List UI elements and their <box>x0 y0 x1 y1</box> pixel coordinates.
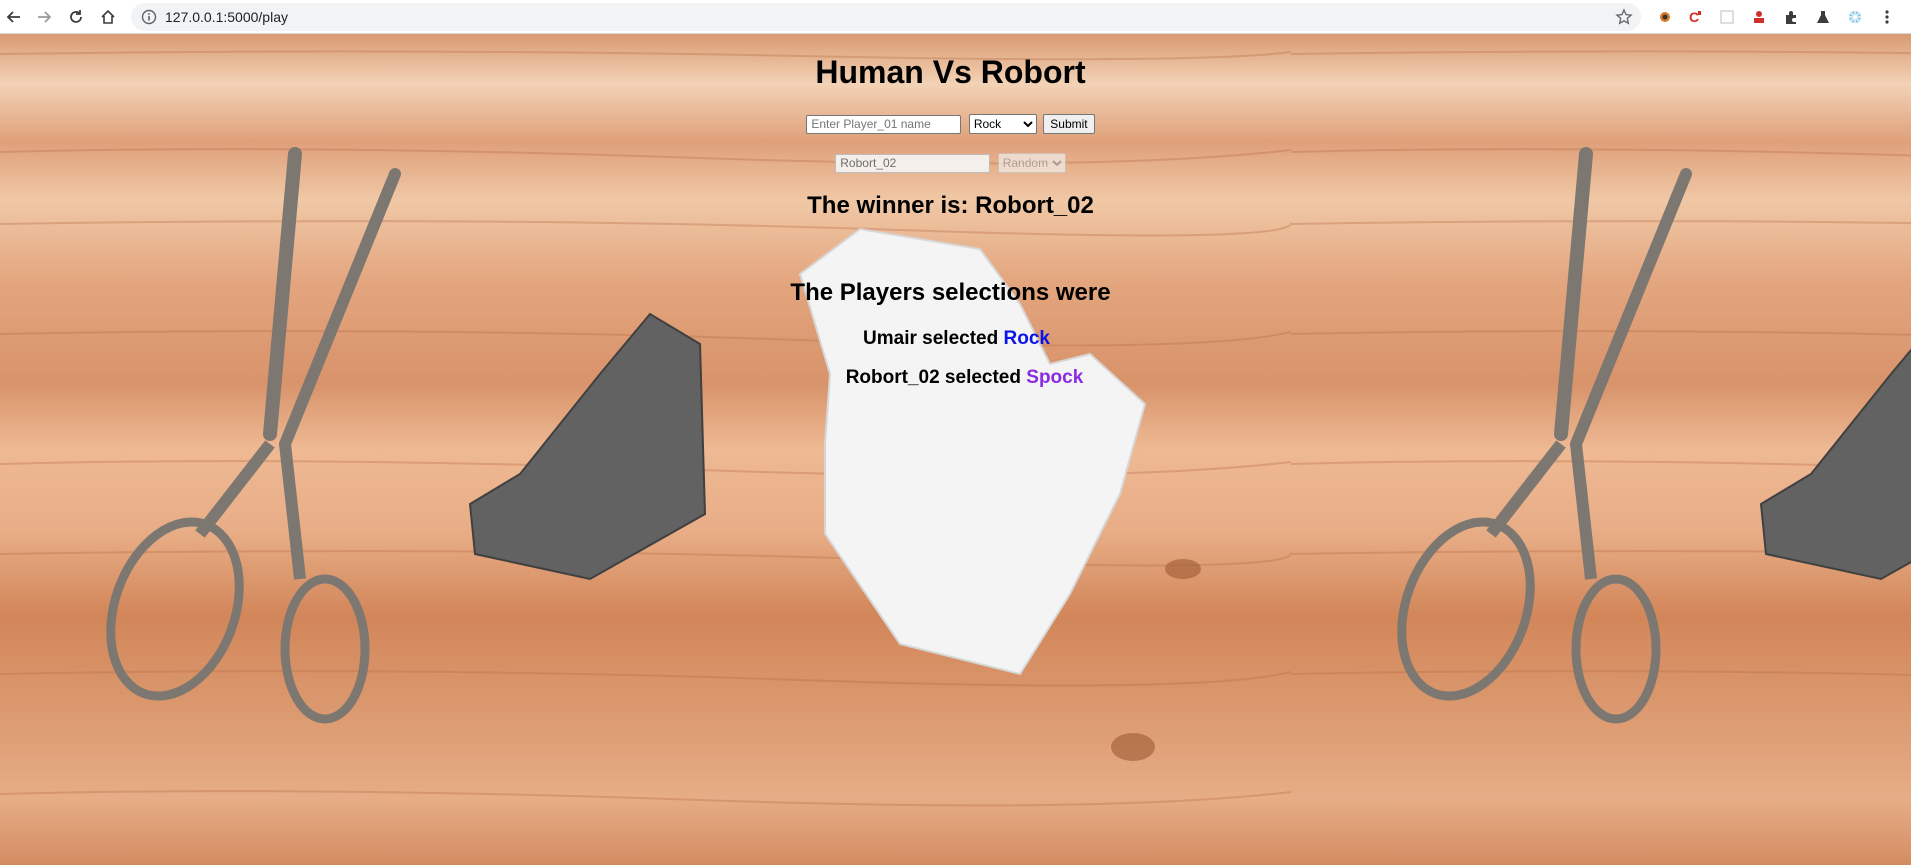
selected-verb: selected <box>916 328 1004 349</box>
page-title: Human Vs Robort <box>815 54 1086 90</box>
extension-bug-icon[interactable] <box>1655 7 1675 27</box>
extension-snowflake-icon[interactable] <box>1845 7 1865 27</box>
winner-heading: The winner is: Robort_02 <box>807 192 1094 219</box>
svg-text:C: C <box>1689 9 1699 25</box>
submit-button[interactable]: Submit <box>1043 114 1095 134</box>
selected-verb: selected <box>939 367 1027 388</box>
site-info-icon[interactable] <box>141 9 157 30</box>
browser-menu-icon[interactable] <box>1877 7 1897 27</box>
back-arrow-icon[interactable] <box>0 3 28 31</box>
extension-person-icon[interactable] <box>1749 7 1769 27</box>
bookmark-star-icon[interactable] <box>1615 8 1633 31</box>
player2-selection-line: Robort_02 selected Spock <box>0 367 1901 389</box>
player1-form: Rock Paper Scissors Lizard Spock Submit <box>0 114 1901 134</box>
address-bar[interactable]: 127.0.0.1:5000/play <box>131 3 1641 31</box>
player-name: Umair <box>863 328 917 349</box>
player1-selection-line: Umair selected Rock <box>0 328 1901 350</box>
player2-name-input <box>835 153 991 173</box>
forward-arrow-icon[interactable] <box>30 3 58 31</box>
extension-flask-icon[interactable] <box>1813 7 1833 27</box>
selections-heading: The Players selections were <box>790 279 1111 306</box>
extension-c-icon[interactable]: C <box>1685 7 1705 27</box>
player-name: Robort_02 <box>845 367 940 388</box>
extensions-puzzle-icon[interactable] <box>1781 7 1801 27</box>
reload-icon[interactable] <box>62 3 90 31</box>
home-icon[interactable] <box>94 3 122 31</box>
url-text: 127.0.0.1:5000/play <box>165 9 288 25</box>
player2-choice-select: Random <box>997 153 1066 173</box>
player1-name-input[interactable] <box>806 114 962 134</box>
browser-toolbar: 127.0.0.1:5000/play C <box>0 0 1911 34</box>
extension-blank-icon[interactable] <box>1717 7 1737 27</box>
selected-choice: Spock <box>1026 367 1084 388</box>
selected-choice: Rock <box>1003 328 1050 349</box>
player1-choice-select[interactable]: Rock Paper Scissors Lizard Spock <box>968 114 1037 134</box>
player2-form: Random <box>0 153 1901 173</box>
